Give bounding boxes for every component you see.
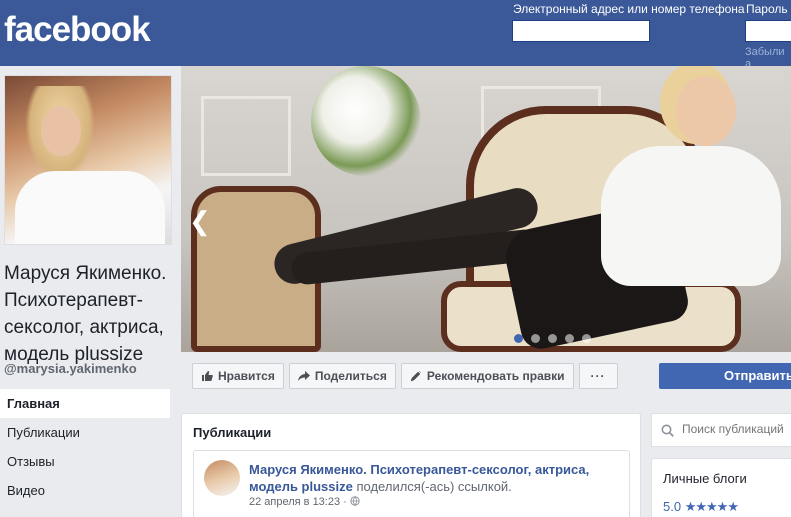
publications-heading: Публикации bbox=[193, 425, 272, 440]
post-search-box bbox=[651, 413, 791, 447]
thumbs-up-icon bbox=[202, 371, 213, 381]
password-field[interactable] bbox=[745, 20, 791, 42]
post-timestamp[interactable]: 22 апреля в 13:23 bbox=[249, 496, 340, 508]
post-action-text: поделился(-ась) ссылкой. bbox=[356, 479, 512, 494]
nav-item-home[interactable]: Главная bbox=[0, 389, 170, 418]
password-label: Пароль bbox=[746, 2, 788, 16]
nav-item-videos[interactable]: Видео bbox=[0, 476, 170, 505]
pencil-icon bbox=[410, 370, 422, 382]
flower-vase bbox=[311, 66, 421, 176]
share-icon bbox=[297, 371, 310, 381]
wall-molding bbox=[201, 96, 291, 176]
nav-item-reviews[interactable]: Отзывы bbox=[0, 447, 170, 476]
email-field[interactable] bbox=[512, 20, 650, 42]
figure-blouse bbox=[601, 146, 781, 286]
share-button[interactable]: Поделиться bbox=[288, 363, 396, 389]
chevron-left-icon[interactable]: ❮ bbox=[189, 206, 211, 237]
more-options-button[interactable]: ··· bbox=[578, 363, 618, 389]
send-message-button[interactable]: Отправить bbox=[659, 363, 791, 389]
post-avatar[interactable] bbox=[204, 460, 240, 496]
page-handle[interactable]: @marysia.yakimenko bbox=[4, 361, 137, 376]
post-header: Маруся Якименко. Психотерапевт-сексолог,… bbox=[249, 461, 619, 495]
profile-picture[interactable] bbox=[4, 75, 172, 245]
like-button[interactable]: Нравится bbox=[192, 363, 284, 389]
profile-shirt bbox=[15, 171, 165, 244]
rating-value: 5.0 bbox=[663, 499, 682, 514]
post-item: Маруся Якименко. Психотерапевт-сексолог,… bbox=[193, 450, 630, 517]
slide-dot[interactable] bbox=[582, 334, 591, 343]
publications-card: Публикации Маруся Якименко. Психотерапев… bbox=[181, 413, 641, 517]
page-nav: Главная Публикации Отзывы Видео bbox=[0, 389, 170, 505]
page-info-card: Личные блоги 5.0 ★★★★★ bbox=[651, 458, 791, 517]
page-title[interactable]: Маруся Якименко. Психотерапевт-сексолог,… bbox=[4, 260, 174, 368]
page-rating[interactable]: 5.0 ★★★★★ bbox=[663, 499, 739, 515]
email-label: Электронный адрес или номер телефона bbox=[513, 2, 745, 16]
slide-dot[interactable] bbox=[514, 334, 523, 343]
page-category[interactable]: Личные блоги bbox=[663, 471, 747, 486]
suggest-edits-label: Рекомендовать правки bbox=[426, 369, 565, 383]
slide-indicator bbox=[514, 334, 591, 343]
slide-dot[interactable] bbox=[531, 334, 540, 343]
profile-face bbox=[41, 106, 81, 156]
nav-item-posts[interactable]: Публикации bbox=[0, 418, 170, 447]
post-meta: 22 апреля в 13:23 · bbox=[249, 496, 360, 508]
globe-icon bbox=[350, 496, 360, 506]
facebook-logo[interactable]: facebook bbox=[4, 10, 151, 50]
page-action-bar: Нравится Поделиться Рекомендовать правки… bbox=[192, 363, 618, 389]
cover-photo[interactable]: ❮ bbox=[181, 66, 791, 352]
share-label: Поделиться bbox=[314, 369, 387, 383]
like-label: Нравится bbox=[218, 369, 275, 383]
slide-dot[interactable] bbox=[565, 334, 574, 343]
post-meta-separator: · bbox=[343, 496, 347, 508]
top-bar: facebook Электронный адрес или номер тел… bbox=[0, 0, 791, 70]
suggest-edits-button[interactable]: Рекомендовать правки bbox=[400, 363, 574, 389]
figure-head bbox=[676, 76, 736, 146]
search-icon bbox=[661, 424, 674, 437]
post-search-input[interactable] bbox=[682, 422, 791, 436]
slide-dot[interactable] bbox=[548, 334, 557, 343]
rating-stars: ★★★★★ bbox=[684, 499, 739, 514]
